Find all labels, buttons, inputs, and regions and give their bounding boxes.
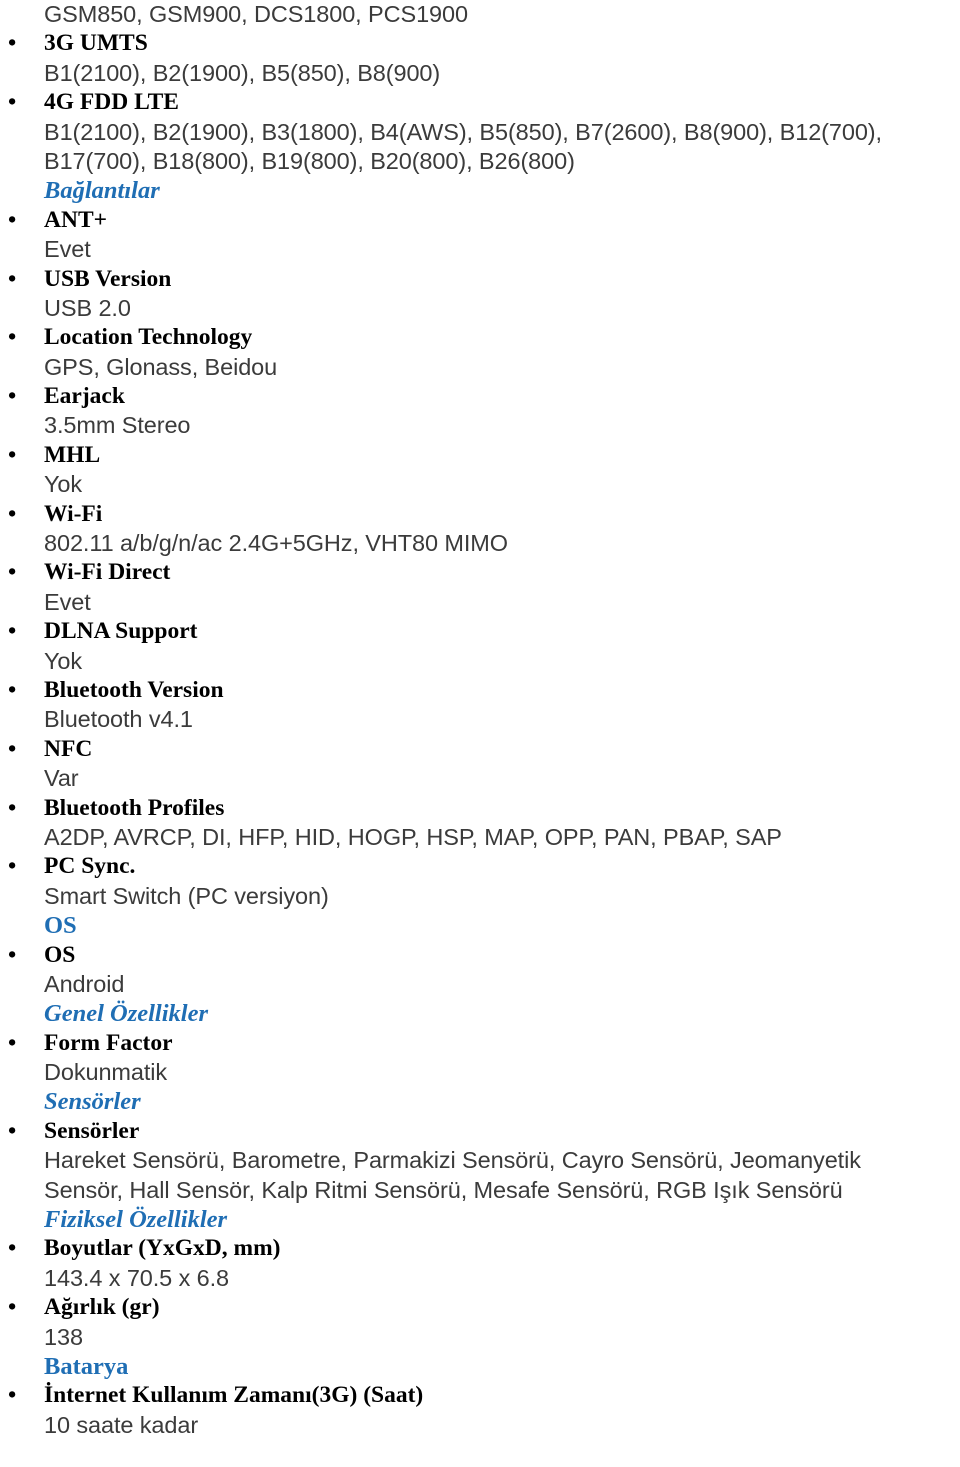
spec-item-label: • Earjack (0, 382, 960, 411)
spec-item-label: • Boyutlar (YxGxD, mm) (0, 1234, 960, 1263)
spec-item-label: • PC Sync. (0, 852, 960, 881)
spec-item-label: • 4G FDD LTE (0, 88, 960, 117)
spec-item-label-text: MHL (44, 441, 101, 468)
spec-item-value: 3.5mm Stereo (44, 412, 191, 439)
specification-document-page: GSM850, GSM900, DCS1800, PCS1900 • 3G UMTS… (0, 0, 960, 1467)
spec-item-label-text: 4G FDD LTE (44, 89, 179, 116)
spec-item-label: • USB Version (0, 265, 960, 294)
spec-item-label-text: Bluetooth Version (44, 676, 224, 703)
spec-item-value: 138 (44, 1323, 83, 1350)
spec-item-label-text: Wi-Fi Direct (44, 559, 171, 586)
spec-item-label-text: USB Version (44, 265, 172, 292)
spec-item-value: Evet (44, 588, 91, 615)
bullet-icon: • (8, 500, 17, 527)
section-heading: Genel Özellikler (44, 1000, 208, 1028)
spec-item-label-text: Boyutlar (YxGxD, mm) (44, 1235, 281, 1262)
bullet-icon: • (8, 1029, 17, 1056)
bullet-icon: • (8, 1382, 17, 1409)
spec-item-label: • Form Factor (0, 1029, 960, 1058)
spec-item-label-text: PC Sync. (44, 853, 136, 880)
spec-item-label-text: OS (44, 941, 76, 968)
spec-item-value: 10 saate kadar (44, 1411, 199, 1438)
spec-item-label: • Location Technology (0, 323, 960, 352)
spec-item-value: 802.11 a/b/g/n/ac 2.4G+5GHz, VHT80 MIMO (44, 530, 508, 557)
bullet-icon: • (8, 735, 17, 762)
section-heading: OS (44, 912, 77, 940)
bullet-icon: • (8, 89, 17, 116)
bullet-icon: • (8, 265, 17, 292)
spec-item-value: Hareket Sensörü, Barometre, Parmakizi Se… (44, 1147, 861, 1174)
spec-item-value: Bluetooth v4.1 (44, 706, 193, 733)
spec-item-value: A2DP, AVRCP, DI, HFP, HID, HOGP, HSP, MA… (44, 823, 782, 850)
bullet-icon: • (8, 383, 17, 410)
specification-list: GSM850, GSM900, DCS1800, PCS1900 • 3G UMTS… (0, 0, 960, 1440)
spec-item-value: Smart Switch (PC versiyon) (44, 882, 329, 909)
spec-item-label: • ANT+ (0, 206, 960, 235)
bullet-icon: • (8, 441, 17, 468)
spec-item-label-text: 3G UMTS (44, 30, 148, 57)
spec-item-value: Yok (44, 647, 83, 674)
spec-item-label: • Bluetooth Profiles (0, 794, 960, 823)
spec-item-value: Sensör, Hall Sensör, Kalp Ritmi Sensörü,… (44, 1176, 843, 1203)
section-heading: Fiziksel Özellikler (44, 1206, 228, 1234)
spec-item-label: • Ağırlık (gr) (0, 1293, 960, 1322)
spec-item-value: Dokunmatik (44, 1059, 168, 1086)
spec-item-value: Evet (44, 236, 91, 263)
spec-item-label-text: Sensörler (44, 1117, 140, 1144)
spec-item-value: B1(2100), B2(1900), B3(1800), B4(AWS), B… (44, 118, 882, 145)
bullet-icon: • (8, 324, 17, 351)
spec-item-label: • OS (0, 941, 960, 970)
spec-item-label-text: Location Technology (44, 324, 253, 351)
bullet-icon: • (8, 676, 17, 703)
bullet-icon: • (8, 794, 17, 821)
spec-item-value: B1(2100), B2(1900), B5(850), B8(900) (44, 59, 441, 86)
bullet-icon: • (8, 618, 17, 645)
spec-item-label: • MHL (0, 441, 960, 470)
spec-item-label-text: İnternet Kullanım Zamanı(3G) (Saat) (44, 1382, 424, 1409)
bullet-icon: • (8, 1117, 17, 1144)
spec-item-value: Yok (44, 471, 83, 498)
bullet-icon: • (8, 559, 17, 586)
spec-item-value: GPS, Glonass, Beidou (44, 353, 278, 380)
spec-item-label-text: DLNA Support (44, 618, 198, 645)
spec-item-label-text: NFC (44, 735, 93, 762)
spec-item-value: Android (44, 970, 125, 997)
spec-item-label: • Wi-Fi Direct (0, 558, 960, 587)
spec-item-label-text: Form Factor (44, 1029, 173, 1056)
spec-item-label: • Wi-Fi (0, 500, 960, 529)
section-heading: Sensörler (44, 1088, 141, 1116)
spec-item-label-text: Bluetooth Profiles (44, 794, 225, 821)
bullet-icon: • (8, 206, 17, 233)
spec-item-value: 143.4 x 70.5 x 6.8 (44, 1264, 230, 1291)
spec-item-label: • Bluetooth Version (0, 676, 960, 705)
spec-item-label-text: Wi-Fi (44, 500, 103, 527)
bullet-icon: • (8, 941, 17, 968)
bullet-icon: • (8, 30, 17, 57)
spec-item-label: • 3G UMTS (0, 29, 960, 58)
spec-item-label: • DLNA Support (0, 617, 960, 646)
spec-item-value: B17(700), B18(800), B19(800), B20(800), … (44, 147, 575, 174)
bullet-icon: • (8, 1294, 17, 1321)
spec-item-value: Var (44, 765, 79, 792)
spec-item-label: • Sensörler (0, 1117, 960, 1146)
section-heading: Batarya (44, 1352, 129, 1380)
spec-item-label-text: ANT+ (44, 206, 108, 233)
spec-item-label: • NFC (0, 735, 960, 764)
spec-item-value: GSM850, GSM900, DCS1800, PCS1900 (44, 1, 468, 27)
spec-item-value: USB 2.0 (44, 294, 131, 321)
bullet-icon: • (8, 853, 17, 880)
spec-item-label-text: Ağırlık (gr) (44, 1294, 160, 1321)
section-heading: Bağlantılar (44, 177, 160, 205)
spec-item-label-text: Earjack (44, 383, 125, 410)
bullet-icon: • (8, 1235, 17, 1262)
spec-item-label: • İnternet Kullanım Zamanı(3G) (Saat) (0, 1381, 960, 1410)
